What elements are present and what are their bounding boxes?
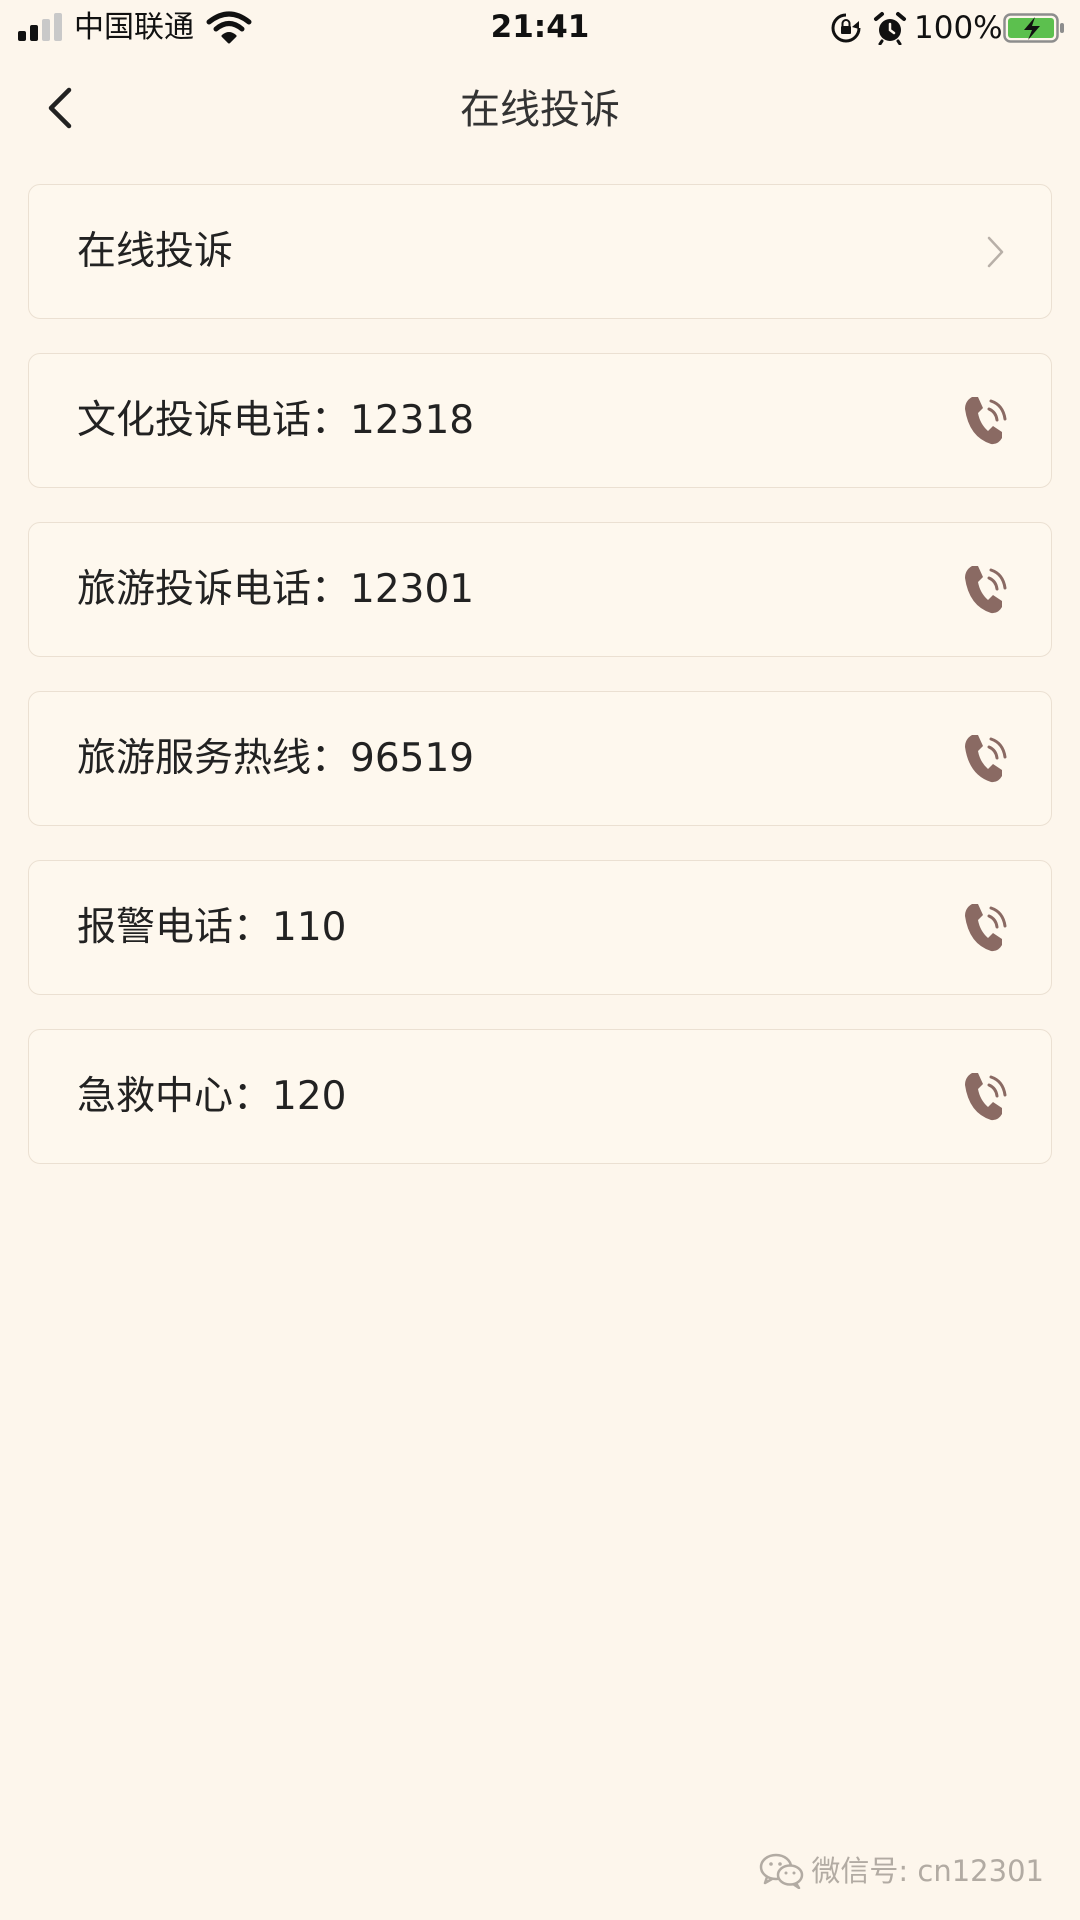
nav-bar: 在线投诉 [0,58,1080,163]
phone-icon[interactable] [961,733,1007,785]
tourism-service-hotline-item[interactable]: 旅游服务热线：96519 [28,691,1052,826]
phone-icon[interactable] [961,395,1007,447]
watermark: 微信号: cn12301 [759,1851,1044,1891]
list-item-label: 在线投诉 [77,228,234,274]
culture-hotline-item[interactable]: 文化投诉电话：12318 [28,353,1052,488]
emergency-center-item[interactable]: 急救中心：120 [28,1029,1052,1164]
complaint-list: 在线投诉 文化投诉电话：12318 旅游投诉电话：12301 旅游服务热线：96… [28,184,1052,1198]
back-chevron-icon [48,87,72,129]
wechat-logo-icon [760,1853,804,1889]
tourism-complaint-hotline-item[interactable]: 旅游投诉电话：12301 [28,522,1052,657]
phone-icon[interactable] [961,1071,1007,1123]
list-item-label: 急救中心：120 [77,1073,347,1119]
phone-icon[interactable] [961,902,1007,954]
list-item-label: 旅游投诉电话：12301 [77,566,475,612]
list-item-label: 报警电话：110 [77,904,347,950]
alarm-icon [874,12,906,45]
list-item-label: 文化投诉电话：12318 [77,397,475,443]
rotation-lock-icon [831,13,861,43]
list-item-label: 旅游服务热线：96519 [77,735,475,781]
phone-icon[interactable] [961,564,1007,616]
watermark-text: 微信号: cn12301 [811,1854,1044,1888]
police-hotline-item[interactable]: 报警电话：110 [28,860,1052,995]
back-button[interactable] [30,78,90,138]
page-title: 在线投诉 [460,87,620,133]
chevron-right-icon [983,234,1007,270]
battery-percent: 100% [914,10,1003,46]
battery-icon [1003,13,1064,43]
online-complaint-item[interactable]: 在线投诉 [28,184,1052,319]
status-bar: 中国联通 21:41 100% [0,0,1080,58]
